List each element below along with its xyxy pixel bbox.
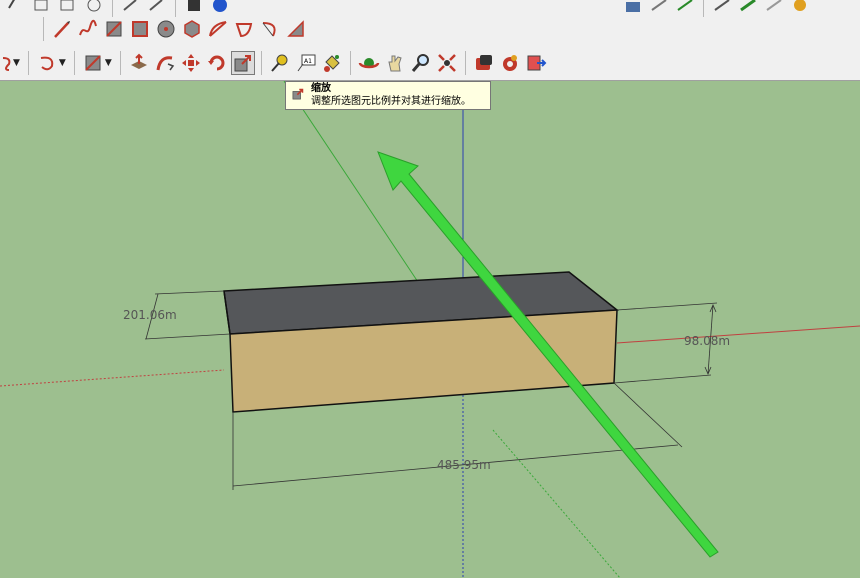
paint-bucket-icon[interactable] bbox=[320, 51, 344, 75]
partial-tool-icon[interactable] bbox=[4, 0, 28, 17]
send-icon[interactable] bbox=[524, 51, 548, 75]
toolbar-separator bbox=[703, 0, 704, 17]
zoom-icon[interactable] bbox=[409, 51, 433, 75]
rotated-rectangle-icon[interactable] bbox=[128, 17, 152, 41]
partial-tool-icon[interactable] bbox=[736, 0, 760, 17]
scale-icon bbox=[291, 86, 305, 100]
chevron-down-icon[interactable]: ▼ bbox=[13, 58, 20, 68]
toolbar-separator bbox=[349, 51, 351, 75]
orbit-icon[interactable] bbox=[357, 51, 381, 75]
partial-lasso-icon[interactable] bbox=[1, 51, 13, 75]
red-axis-line bbox=[616, 325, 860, 344]
shape-dropdown-icon[interactable] bbox=[81, 51, 105, 75]
rectangle-icon[interactable] bbox=[102, 17, 126, 41]
three-point-arc-icon[interactable] bbox=[284, 17, 308, 41]
extension-icon[interactable] bbox=[498, 51, 522, 75]
scene-canvas bbox=[0, 81, 860, 578]
partial-tool-icon[interactable] bbox=[621, 0, 645, 17]
tape-measure-icon[interactable] bbox=[268, 51, 292, 75]
circle-icon[interactable] bbox=[154, 17, 178, 41]
follow-me-icon[interactable] bbox=[153, 51, 177, 75]
toolbar-separator bbox=[27, 51, 29, 75]
select-arc-icon[interactable] bbox=[35, 51, 59, 75]
pan-icon[interactable] bbox=[383, 51, 407, 75]
partial-tool-icon[interactable] bbox=[647, 0, 671, 17]
red-axis-dashed bbox=[0, 369, 225, 387]
toolbar-row-draw bbox=[38, 12, 309, 46]
partial-tool-icon[interactable] bbox=[710, 0, 734, 17]
move-icon[interactable] bbox=[179, 51, 203, 75]
chevron-down-icon[interactable]: ▼ bbox=[59, 58, 66, 68]
3d-viewport[interactable]: 201.06m 98.08m 485.95m bbox=[0, 81, 860, 578]
pie-icon[interactable] bbox=[232, 17, 256, 41]
push-pull-icon[interactable] bbox=[127, 51, 151, 75]
warehouse-icon[interactable] bbox=[472, 51, 496, 75]
toolbar-separator bbox=[73, 51, 75, 75]
two-point-arc-icon[interactable] bbox=[258, 17, 282, 41]
toolbar-row-top-right bbox=[620, 0, 813, 22]
partial-tool-icon[interactable] bbox=[788, 0, 812, 17]
line-icon[interactable] bbox=[50, 17, 74, 41]
freehand-icon[interactable] bbox=[76, 17, 100, 41]
toolbar-separator bbox=[43, 17, 44, 41]
height-dimension-label: 201.06m bbox=[123, 308, 177, 322]
zoom-extents-icon[interactable] bbox=[435, 51, 459, 75]
arc-icon[interactable] bbox=[206, 17, 230, 41]
polygon-icon[interactable] bbox=[180, 17, 204, 41]
toolbar-area: ▼ ▼ ▼ A1 bbox=[0, 0, 860, 81]
toolbar-separator bbox=[119, 51, 121, 75]
chevron-down-icon[interactable]: ▼ bbox=[105, 58, 112, 68]
svg-text:A1: A1 bbox=[304, 58, 312, 65]
tooltip-description: 调整所选图元比例并对其进行缩放。 bbox=[311, 96, 471, 107]
scale-icon[interactable] bbox=[230, 51, 255, 75]
toolbar-separator bbox=[464, 51, 466, 75]
partial-tool-icon[interactable] bbox=[673, 0, 697, 17]
tooltip-title: 缩放 bbox=[311, 83, 331, 94]
scale-tooltip: 缩放 调整所选图元比例并对其进行缩放。 bbox=[285, 81, 491, 110]
text-icon[interactable]: A1 bbox=[294, 51, 318, 75]
rotate-icon[interactable] bbox=[205, 51, 229, 75]
length-dimension-label: 485.95m bbox=[437, 458, 491, 472]
toolbar-separator bbox=[260, 51, 262, 75]
toolbar-row-modify: ▼ ▼ ▼ A1 bbox=[0, 46, 549, 80]
depth-dimension-label: 98.08m bbox=[684, 334, 731, 348]
partial-tool-icon[interactable] bbox=[762, 0, 786, 17]
